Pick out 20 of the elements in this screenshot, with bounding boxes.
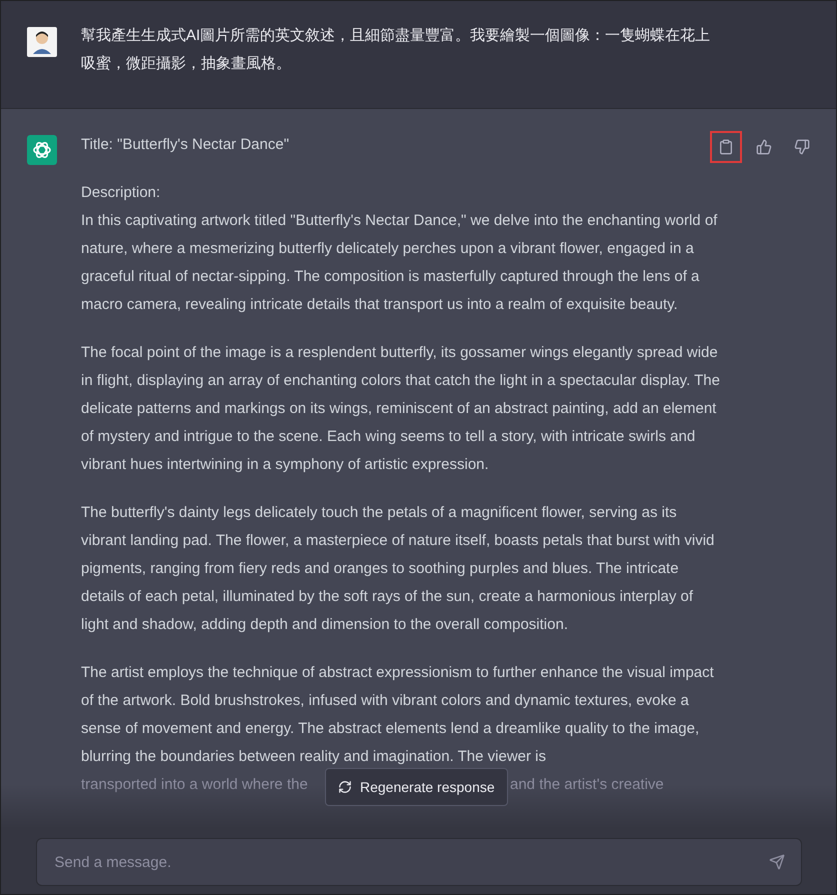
- regenerate-button[interactable]: Regenerate response: [325, 768, 508, 806]
- response-text: and the artist's creative: [510, 775, 664, 795]
- thumbs-down-icon: [794, 139, 810, 155]
- response-paragraph: In this captivating artwork titled "Butterfly's Nectar Dance," we delve into the enchanting world of nature, where a mesmerizing butterfly delicately perches upon a vibrant flower, engaged in a graceful ritual of nectar-sipping. The composition is masterfully captured through the lens of a macro camera, revealing intricate details that transport us into a realm of exquisite beauty.: [81, 211, 718, 315]
- response-paragraph: The artist employs the technique of abstract expressionism to further enhance the visual impact of the artwork. Bold brushstrokes, infused with vibrant colors and dynamic textures, evoke a sense of movement and energy. The abstract elements lend a dreamlike quality to the image, blurring the boundaries between reality and imagination. The viewer is: [81, 663, 715, 767]
- user-avatar-icon: [27, 27, 57, 57]
- user-message: 幫我產生生成式AI圖片所需的英文敘述，且細節盡量豐富。我要繪製一個圖像：一隻蝴蝶在花上吸蜜，微距攝影，抽象畫風格。: [81, 26, 712, 74]
- description-label: Description:: [81, 183, 162, 203]
- copy-button[interactable]: [710, 131, 742, 163]
- message-field[interactable]: Send a message.: [36, 838, 802, 886]
- send-button[interactable]: [768, 854, 784, 870]
- assistant-logo-icon: [27, 135, 57, 165]
- response-paragraph: The butterfly's dainty legs delicately touch the petals of a magnificent flower, serving as its vibrant landing pad. The flower, a masterpiece of nature itself, boasts petals that burst with vivid pigments, ranging from fiery reds and oranges to soothing purples and blues. The intricate details of each petal, illuminated by the soft rays of the sun, create a harmonious interplay of light and shadow, adding depth and dimension to the overall composition.: [81, 503, 716, 635]
- clipboard-icon: [718, 139, 734, 155]
- response-paragraph: The focal point of the image is a resplendent butterfly, its gossamer wings elegantly spread wide in flight, displaying an array of enchanting colors that catch the light in a spectacular display. The delicate patterns and markings on its wings, reminiscent of an abstract painting, add an element of mystery and intrigue to the scene. Each wing seems to tell a story, with intricate swirls and vibrant hues intertwining in a symphony of artistic expression.: [81, 343, 721, 475]
- thumbs-up-icon: [756, 139, 772, 155]
- response-title: Title: "Butterfly's Nectar Dance": [81, 135, 290, 155]
- message-input[interactable]: Send a message.: [52, 852, 768, 872]
- refresh-icon: [338, 780, 352, 794]
- response-text: transported into a world where the: [81, 775, 308, 795]
